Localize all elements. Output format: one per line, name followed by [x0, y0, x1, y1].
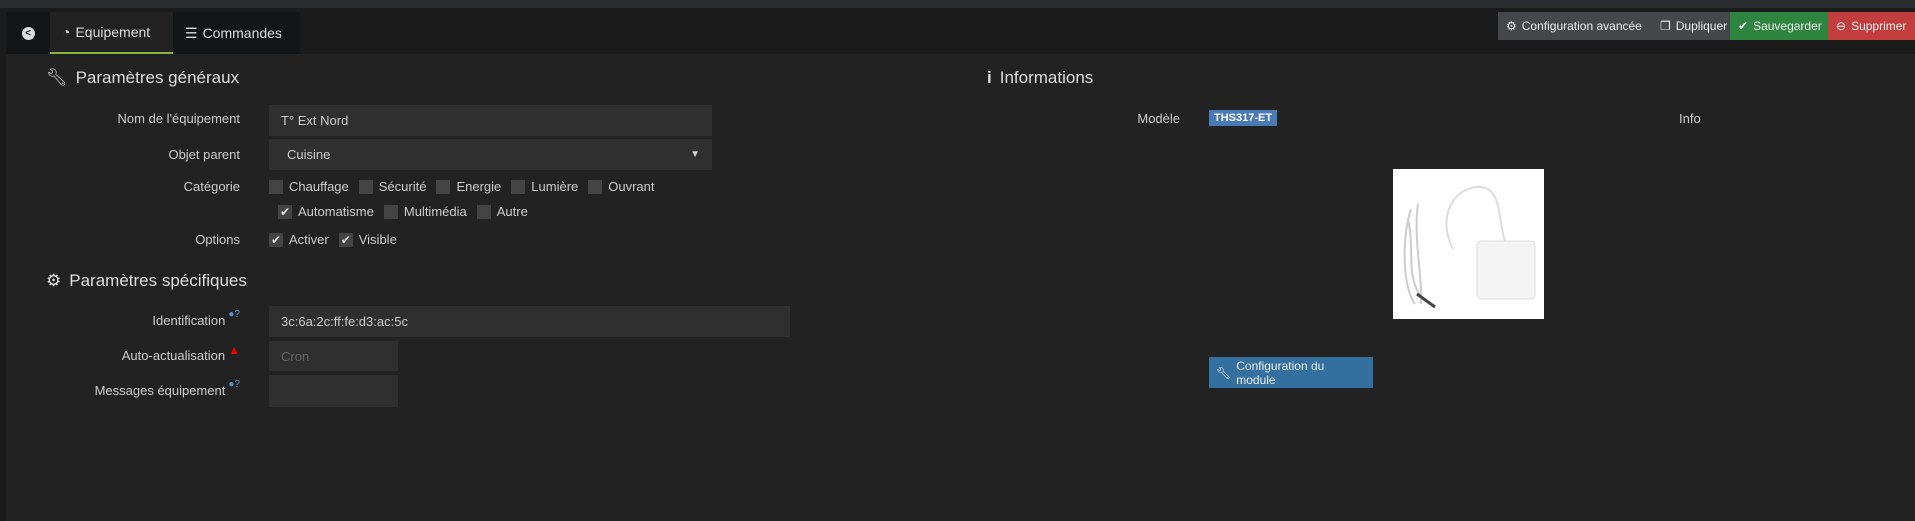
minus-circle-icon: ⊖ — [1836, 19, 1847, 33]
heading-text: Informations — [999, 68, 1094, 87]
checkbox-label: Multimédia — [403, 204, 467, 219]
checkbox-label: Activer — [289, 232, 329, 247]
action-bar: ⚙ Configuration avancée ❐ Dupliquer ✔ Sauve… — [1498, 12, 1915, 40]
tab-bar: < ◔ Equipement ☰ Commandes — [6, 12, 300, 54]
checkbox-autre[interactable]: Autre — [476, 204, 528, 219]
parent-select[interactable]: Cuisine ▼ — [269, 139, 712, 170]
id-label-row: Identification ●? — [0, 309, 240, 328]
identification-input[interactable]: 3c:6a:2c:ff:fe:d3:ac:5c — [269, 306, 790, 337]
warning-icon[interactable]: ▲ — [228, 343, 240, 357]
checkbox-energie[interactable]: Energie — [436, 179, 501, 194]
check-circle-icon: ✔ — [1738, 19, 1749, 33]
button-label: Configuration avancée — [1521, 19, 1642, 33]
button-label: Dupliquer — [1675, 19, 1728, 33]
checkbox-box — [511, 179, 526, 194]
category-label: Catégorie — [183, 179, 240, 194]
id-label: Identification — [152, 313, 226, 328]
parent-label: Objet parent — [168, 147, 240, 162]
check-icon: ✔ — [338, 232, 353, 247]
wrench-icon: 🔧︎ — [46, 68, 68, 87]
top-band — [0, 0, 1915, 8]
checkbox-label: Sécurité — [378, 179, 427, 194]
name-input[interactable]: T° Ext Nord — [269, 105, 712, 136]
name-label: Nom de l'équipement — [117, 111, 240, 126]
checkbox-chauffage[interactable]: Chauffage — [269, 179, 349, 194]
heading-text: Paramètres généraux — [75, 68, 240, 87]
caret-down-icon: ▼ — [690, 149, 700, 160]
advanced-config-button[interactable]: ⚙ Configuration avancée — [1498, 12, 1652, 40]
button-label: Supprimer — [1851, 19, 1907, 33]
parent-value: Cuisine — [287, 147, 331, 162]
checkbox-label: Energie — [456, 179, 502, 194]
section-specific-title: ⚙ Paramètres spécifiques — [46, 271, 247, 291]
heading-text: Paramètres spécifiques — [69, 271, 247, 290]
cron-input[interactable]: Cron — [269, 341, 398, 371]
model-label: Modèle — [1137, 111, 1180, 126]
checkbox-multimedia[interactable]: Multimédia — [383, 204, 467, 219]
checkbox-box — [476, 204, 491, 219]
cogs-icon: ⚙ — [1506, 19, 1517, 33]
checkbox-box — [269, 179, 283, 194]
messages-input[interactable] — [269, 375, 398, 407]
arrow-circle-left-icon: < — [21, 26, 35, 40]
cogs-icon: ⚙ — [46, 271, 62, 290]
checkbox-box — [588, 179, 603, 194]
copy-icon: ❐ — [1660, 19, 1671, 33]
section-general-title: 🔧︎ Paramètres généraux — [46, 68, 239, 88]
check-icon: ✔ — [269, 232, 283, 247]
checkbox-box — [436, 179, 451, 194]
checkbox-activer[interactable]: ✔ Activer — [269, 232, 329, 247]
msg-label-row: Messages équipement ●? — [0, 379, 240, 398]
dashboard-icon: ◔ — [62, 24, 71, 40]
check-icon: ✔ — [278, 204, 292, 219]
sensor-picture — [1403, 186, 1536, 309]
checkbox-label: Chauffage — [289, 179, 349, 194]
list-icon: ☰ — [185, 24, 198, 41]
tab-equipement[interactable]: ◔ Equipement — [50, 12, 173, 54]
tab-commandes[interactable]: ☰ Commandes — [173, 12, 300, 54]
button-label: Configuration du module — [1236, 358, 1325, 387]
checkbox-securite[interactable]: Sécurité — [358, 179, 427, 194]
device-image — [1393, 169, 1544, 319]
tab-label: Commandes — [202, 25, 282, 41]
info-icon: i — [987, 68, 992, 87]
checkbox-automatisme[interactable]: ✔ Automatisme — [278, 204, 374, 219]
checkbox-label: Visible — [358, 232, 397, 247]
delete-button[interactable]: ⊖ Supprimer — [1828, 12, 1915, 40]
question-circle-icon[interactable]: ●? — [228, 309, 240, 320]
back-button[interactable]: < — [6, 12, 50, 54]
duplicate-button[interactable]: ❐ Dupliquer — [1652, 12, 1730, 40]
options-label: Options — [195, 232, 240, 247]
section-info-title: i Informations — [987, 68, 1093, 88]
checkbox-box — [358, 179, 373, 194]
save-button[interactable]: ✔ Sauvegarder — [1730, 12, 1828, 40]
checkbox-label: Lumière — [531, 179, 579, 194]
module-config-button[interactable]: 🔧︎ Configuration du module — [1209, 357, 1373, 388]
question-circle-icon[interactable]: ●? — [228, 379, 240, 390]
checkbox-box — [383, 204, 398, 219]
checkbox-label: Ouvrant — [608, 179, 655, 194]
checkbox-label: Autre — [496, 204, 528, 219]
checkbox-label: Automatisme — [298, 204, 374, 219]
checkbox-visible[interactable]: ✔ Visible — [338, 232, 397, 247]
wrench-icon: 🔧︎ — [1216, 365, 1232, 380]
info-label: Info — [1679, 111, 1701, 126]
tab-label: Equipement — [75, 24, 151, 40]
auto-label-row: Auto-actualisation ▲ — [0, 343, 240, 364]
button-label: Sauvegarder — [1753, 19, 1822, 33]
model-badge: THS317-ET — [1209, 110, 1278, 126]
checkbox-ouvrant[interactable]: Ouvrant — [588, 179, 655, 194]
auto-label: Auto-actualisation — [121, 348, 226, 363]
msg-label: Messages équipement — [94, 383, 226, 398]
checkbox-lumiere[interactable]: Lumière — [511, 179, 578, 194]
